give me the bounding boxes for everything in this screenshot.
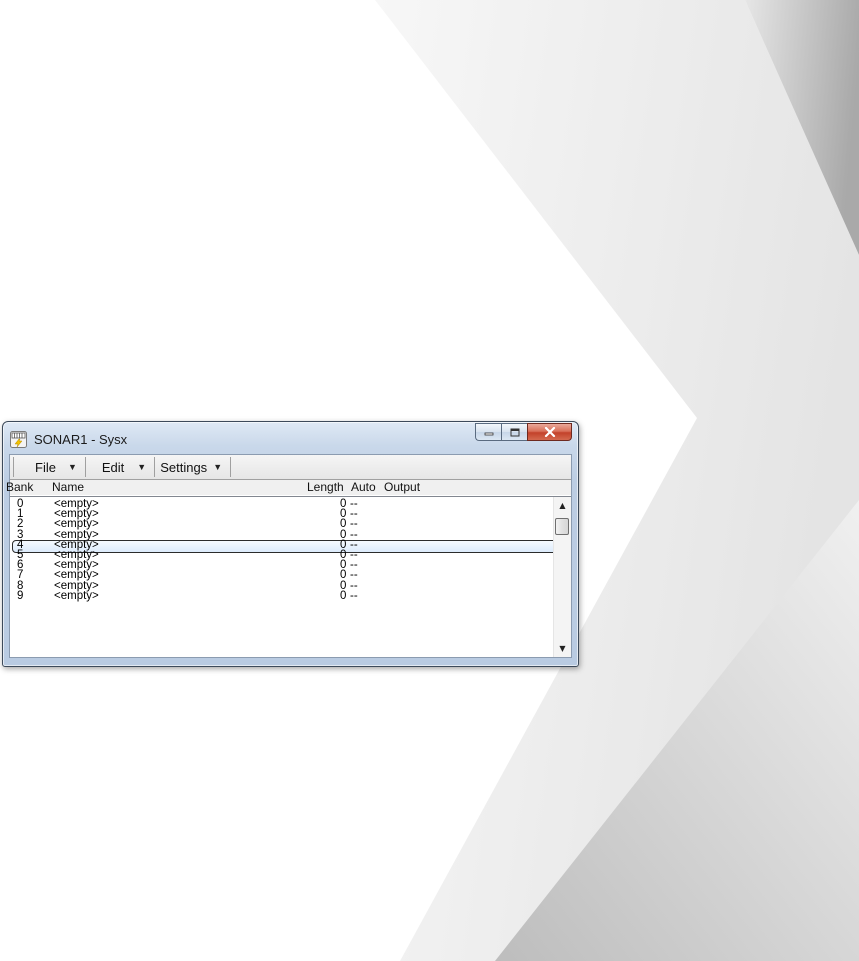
list-row[interactable]: 9 <empty> 0 -- [10,589,553,602]
minimize-button[interactable] [475,423,501,441]
cell-length: 0 [340,589,347,602]
cell-length: 0 [340,569,347,582]
menu-separator [230,457,232,477]
scroll-thumb[interactable] [555,518,569,535]
maximize-button[interactable] [501,423,527,441]
cell-bank: 2 [17,518,24,531]
cell-length: 0 [340,538,347,551]
cell-length: 0 [340,579,347,592]
cell-bank: 7 [17,569,24,582]
dropdown-arrow-icon: ▼ [213,462,223,472]
menu-settings[interactable]: Settings ▼ [157,456,228,478]
menu-file-label: File [35,459,56,475]
column-output[interactable]: Output [384,480,420,495]
bank-rows: 0 <empty> 0 -- 1 <empty> 0 -- 2 <empty> 0 -- 3 <empty… [10,498,566,602]
sysx-bank-list[interactable]: 0 <empty> 0 -- 1 <empty> 0 -- 2 <empty> 0 -- 3 <empty… [10,496,571,657]
cell-length: 0 [340,518,347,531]
cell-bank: 4 [17,538,24,551]
cell-auto: -- [350,589,358,602]
cell-auto: -- [350,538,358,551]
caption-buttons [475,423,572,442]
minimize-icon [484,432,493,436]
menu-file[interactable]: File ▼ [18,456,83,478]
sysx-window: SONAR1 - Sysx File ▼ Edit ▼ Settings ▼ B… [2,421,579,667]
cell-bank: 9 [17,589,24,602]
keyboard-app-icon [10,431,27,448]
column-length[interactable]: Length [307,480,344,495]
dropdown-arrow-icon: ▼ [137,462,147,472]
dropdown-arrow-icon: ▼ [67,462,77,472]
cell-auto: -- [350,518,358,531]
cell-name: <empty> [54,589,99,602]
window-title: SONAR1 - Sysx [34,432,128,447]
cell-name: <empty> [54,538,99,551]
cell-name: <empty> [54,569,99,582]
scroll-up-arrow-icon[interactable]: ▲ [554,497,571,514]
close-button[interactable] [527,423,572,441]
column-name[interactable]: Name [52,480,84,495]
menu-grip [13,457,16,477]
menu-edit-label: Edit [101,459,125,475]
menu-edit[interactable]: Edit ▼ [88,456,152,478]
column-bank[interactable]: Bank [6,480,33,495]
menu-separator [154,457,156,477]
client-area: File ▼ Edit ▼ Settings ▼ Bank Name Lengt… [6,454,572,658]
close-icon [544,427,555,437]
vertical-scrollbar[interactable]: ▲ ▼ [553,497,571,657]
cell-auto: -- [350,579,358,592]
menu-bar: File ▼ Edit ▼ Settings ▼ [10,455,571,480]
cell-auto: -- [350,569,358,582]
scroll-down-arrow-icon[interactable]: ▼ [554,640,571,657]
cell-name: <empty> [54,579,99,592]
title-bar[interactable]: SONAR1 - Sysx [3,422,578,454]
list-row[interactable]: 4 <empty> 0 -- [10,538,566,553]
column-header: Bank Name Length Auto Output [6,480,571,495]
cell-name: <empty> [54,518,99,531]
cell-bank: 8 [17,579,24,592]
column-auto[interactable]: Auto [351,480,376,495]
menu-separator [84,457,86,477]
maximize-icon [510,428,519,436]
menu-settings-label: Settings [160,459,208,475]
